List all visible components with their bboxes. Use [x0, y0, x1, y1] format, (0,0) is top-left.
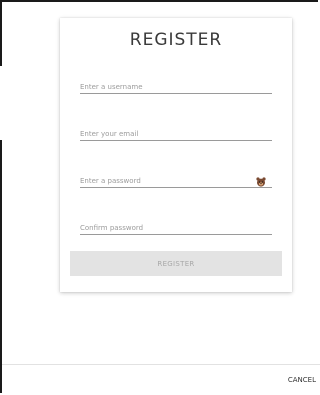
register-button[interactable]: REGISTER: [70, 251, 282, 276]
password-field: [80, 168, 272, 191]
confirm-password-input[interactable]: [80, 218, 272, 238]
bear-face-icon[interactable]: [256, 172, 266, 187]
register-title: REGISTER: [129, 30, 223, 50]
dialog-footer: CANCEL: [2, 364, 320, 395]
cancel-button[interactable]: CANCEL: [288, 376, 316, 384]
username-field: [80, 74, 272, 97]
email-field: [80, 121, 272, 144]
confirm-password-field: [80, 215, 272, 238]
username-input[interactable]: [80, 77, 272, 97]
dialog-window: REGISTER REGIS: [0, 0, 320, 395]
email-input[interactable]: [80, 124, 272, 144]
password-input[interactable]: [80, 171, 272, 191]
register-card: REGISTER REGIS: [60, 18, 292, 292]
